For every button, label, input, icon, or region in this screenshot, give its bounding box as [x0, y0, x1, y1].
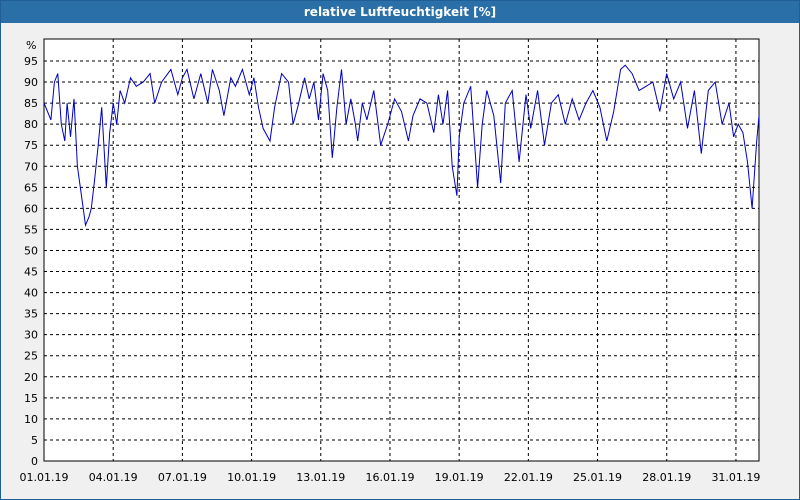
x-tick-label: 04.01.19 [89, 471, 138, 484]
y-axis-ticks: 0 5 10 15 20 25 30 35 40 45 50 55 60 65 70 75 80 85 90 95 [24, 55, 38, 468]
y-tick-label: 25 [24, 350, 38, 363]
y-tick-label: 15 [24, 392, 38, 405]
x-tick-label: 31.01.19 [711, 471, 760, 484]
x-tick-label: 01.01.19 [20, 471, 69, 484]
y-tick-label: 85 [24, 97, 38, 110]
y-tick-label: 55 [24, 223, 38, 236]
humidity-chart: 0 5 10 15 20 25 30 35 40 45 50 55 60 65 70 75 80 85 90 95 0… [20, 38, 761, 484]
y-tick-label: 5 [31, 434, 38, 447]
x-tick-label: 13.01.19 [296, 471, 345, 484]
x-tick-label: 28.01.19 [642, 471, 691, 484]
x-tick-label: 10.01.19 [227, 471, 276, 484]
y-tick-label: 20 [24, 371, 38, 384]
y-tick-label: 50 [24, 244, 38, 257]
y-tick-label: 75 [24, 139, 38, 152]
y-tick-label: 95 [24, 55, 38, 68]
y-tick-label: 65 [24, 181, 38, 194]
y-tick-label: 10 [24, 413, 38, 426]
x-axis-ticks: 01.01.19 04.01.19 07.01.19 10.01.19 13.01.19… [20, 471, 761, 484]
y-tick-label: 70 [24, 160, 38, 173]
y-tick-label: 80 [24, 118, 38, 131]
x-tick-label: 16.01.19 [365, 471, 414, 484]
y-tick-label: 40 [24, 287, 38, 300]
y-tick-label: 45 [24, 266, 38, 279]
x-tick-label: 25.01.19 [573, 471, 622, 484]
y-tick-label: 90 [24, 76, 38, 89]
y-unit-label: % [26, 39, 36, 52]
y-tick-label: 0 [31, 455, 38, 468]
x-tick-label: 19.01.19 [435, 471, 484, 484]
y-tick-label: 30 [24, 329, 38, 342]
x-tick-label: 22.01.19 [504, 471, 553, 484]
y-tick-label: 60 [24, 202, 38, 215]
x-tick-label: 07.01.19 [158, 471, 207, 484]
y-tick-label: 35 [24, 308, 38, 321]
